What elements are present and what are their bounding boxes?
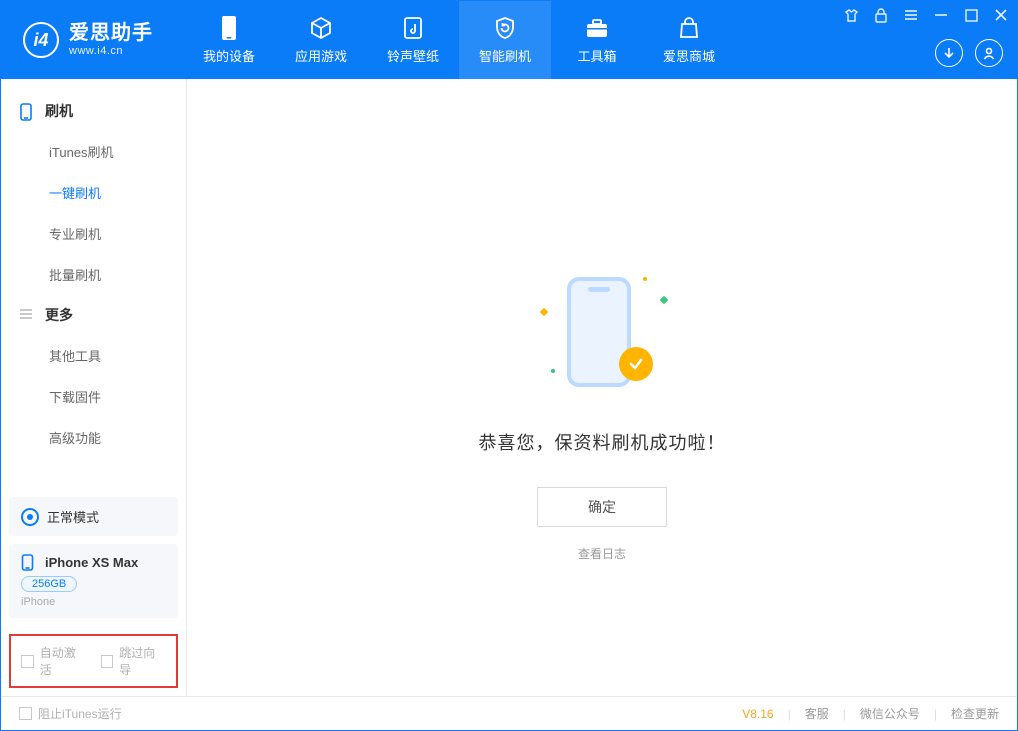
group-label: 刷机 [45,101,73,121]
check-badge-icon [619,347,653,381]
device-icon [217,16,241,40]
download-icon[interactable] [935,39,963,67]
sidebar: 刷机 iTunes刷机 一键刷机 专业刷机 批量刷机 更多 其他工具 下载固件 … [1,79,187,696]
window-controls [843,7,1009,23]
body: 刷机 iTunes刷机 一键刷机 专业刷机 批量刷机 更多 其他工具 下载固件 … [1,79,1017,696]
nav-label: 铃声壁纸 [387,46,439,65]
checkbox-icon [101,655,114,668]
checkbox-label: 阻止iTunes运行 [38,705,122,722]
lock-icon[interactable] [873,7,889,23]
nav-apps[interactable]: 应用游戏 [275,1,367,79]
bag-icon [677,16,701,40]
separator: | [843,707,846,721]
nav-my-device[interactable]: 我的设备 [183,1,275,79]
checkbox-skip-guide[interactable]: 跳过向导 [101,644,167,678]
nav-label: 工具箱 [577,46,616,65]
sidebar-item-advanced[interactable]: 高级功能 [1,417,186,458]
spark-icon [660,296,668,304]
nav-ringtones[interactable]: 铃声壁纸 [367,1,459,79]
nav-label: 应用游戏 [295,46,347,65]
checkbox-block-itunes[interactable]: 阻止iTunes运行 [19,705,122,722]
sidebar-item-batch-flash[interactable]: 批量刷机 [1,254,186,295]
device-capacity: 256GB [21,576,77,592]
nav-label: 爱思商城 [663,46,715,65]
sidebar-item-pro-flash[interactable]: 专业刷机 [1,213,186,254]
checkbox-label: 跳过向导 [119,644,166,678]
view-log-link[interactable]: 查看日志 [578,545,626,562]
checkbox-auto-activate[interactable]: 自动激活 [21,644,87,678]
sidebar-scroll: 刷机 iTunes刷机 一键刷机 专业刷机 批量刷机 更多 其他工具 下载固件 … [1,79,186,489]
tshirt-icon[interactable] [843,7,859,23]
sidebar-item-download-firmware[interactable]: 下载固件 [1,376,186,417]
mode-label: 正常模式 [47,507,99,526]
sidebar-item-oneclick-flash[interactable]: 一键刷机 [1,172,186,213]
separator: | [934,707,937,721]
options-box: 自动激活 跳过向导 [9,634,178,688]
header-right-icons [935,39,1003,67]
phone-small-icon [21,554,37,570]
close-icon[interactable] [993,7,1009,23]
app-url: www.i4.cn [69,45,153,58]
device-type: iPhone [21,596,166,608]
minimize-icon[interactable] [933,7,949,23]
device-info[interactable]: iPhone XS Max 256GB iPhone [9,544,178,618]
check-update-link[interactable]: 检查更新 [951,705,999,722]
sidebar-item-itunes-flash[interactable]: iTunes刷机 [1,131,186,172]
menu-icon[interactable] [903,7,919,23]
shield-refresh-icon [493,16,517,40]
checkbox-icon [19,707,32,720]
logo-text: 爱思助手 www.i4.cn [69,22,153,58]
music-file-icon [401,16,425,40]
group-label: 更多 [45,305,73,325]
sidebar-item-other-tools[interactable]: 其他工具 [1,335,186,376]
titlebar: i4 爱思助手 www.i4.cn 我的设备 应用游戏 铃声壁纸 智能刷机 [1,1,1017,79]
success-message: 恭喜您，保资料刷机成功啦！ [479,429,726,455]
nav-toolbox[interactable]: 工具箱 [551,1,643,79]
logo-area: i4 爱思助手 www.i4.cn [1,1,173,79]
cube-icon [309,16,333,40]
success-illustration [537,269,667,399]
group-more[interactable]: 更多 [1,295,186,335]
list-icon [19,307,35,323]
mode-box[interactable]: 正常模式 [9,497,178,536]
version-label: V8.16 [742,707,773,721]
nav-label: 智能刷机 [479,46,531,65]
maximize-icon[interactable] [963,7,979,23]
device-name: iPhone XS Max [45,555,138,570]
dot-icon [551,369,555,373]
checkbox-label: 自动激活 [40,644,87,678]
separator: | [788,707,791,721]
user-icon[interactable] [975,39,1003,67]
nav-flash[interactable]: 智能刷机 [459,1,551,79]
app-name: 爱思助手 [69,22,153,45]
wechat-link[interactable]: 微信公众号 [860,705,920,722]
statusbar-right: V8.16 | 客服 | 微信公众号 | 检查更新 [742,705,999,722]
app-window: i4 爱思助手 www.i4.cn 我的设备 应用游戏 铃声壁纸 智能刷机 [0,0,1018,731]
spark-icon [540,308,548,316]
dot-icon [643,277,647,281]
ok-button[interactable]: 确定 [537,487,667,527]
support-link[interactable]: 客服 [805,705,829,722]
logo-icon: i4 [23,22,59,58]
statusbar: 阻止iTunes运行 V8.16 | 客服 | 微信公众号 | 检查更新 [1,696,1017,730]
checkbox-icon [21,655,34,668]
group-flash[interactable]: 刷机 [1,91,186,131]
mode-dot-icon [21,508,39,526]
nav-store[interactable]: 爱思商城 [643,1,735,79]
statusbar-left: 阻止iTunes运行 [19,705,122,722]
nav-label: 我的设备 [203,46,255,65]
main-content: 恭喜您，保资料刷机成功啦！ 确定 查看日志 [187,79,1017,696]
phone-icon [19,103,35,119]
toolbox-icon [585,16,609,40]
top-nav: 我的设备 应用游戏 铃声壁纸 智能刷机 工具箱 爱思商城 [183,1,735,79]
